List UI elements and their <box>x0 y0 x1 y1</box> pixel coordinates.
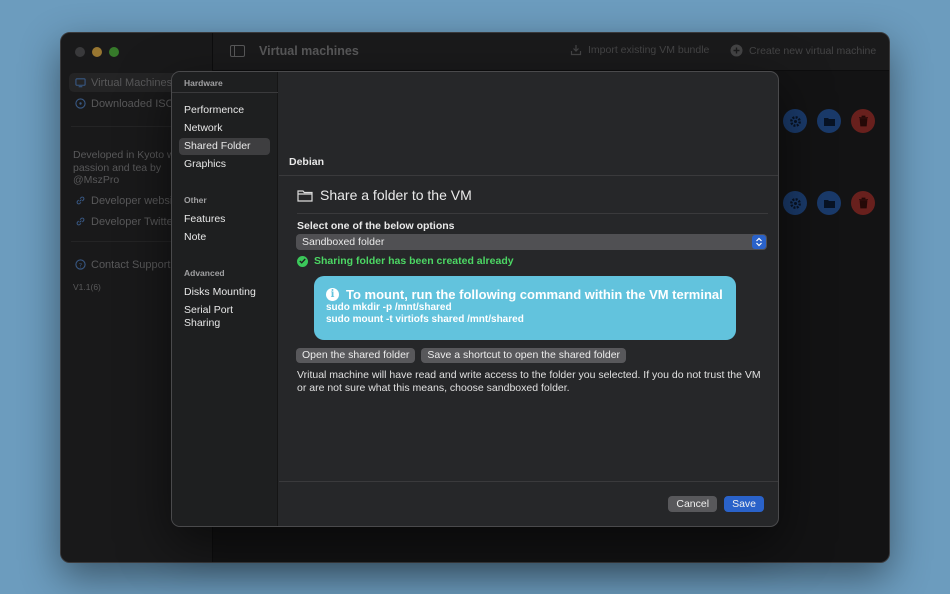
nav-item-disks-mounting[interactable]: Disks Mounting <box>179 284 270 301</box>
settings-sidebar: Hardware Performence Network Shared Fold… <box>172 72 278 526</box>
nav-item-shared-folder[interactable]: Shared Folder <box>179 138 270 155</box>
heading-text: Share a folder to the VM <box>320 187 472 203</box>
shared-folder-actions: Open the shared folder Save a shortcut t… <box>296 348 627 363</box>
section-title-advanced: Advanced <box>184 268 225 278</box>
mount-command-1: sudo mkdir -p /mnt/shared <box>326 302 452 313</box>
settings-sheet: Hardware Performence Network Shared Fold… <box>171 71 779 527</box>
status-text: Sharing folder has been created already <box>314 255 514 267</box>
vm-name: Debian <box>289 156 325 168</box>
divider <box>297 213 768 214</box>
select-label: Select one of the below options <box>297 220 455 232</box>
divider <box>279 175 778 176</box>
nav-item-serial-port-sharing[interactable]: Serial Port Sharing <box>179 302 270 331</box>
sheet-footer: Cancel Save <box>668 496 764 512</box>
folder-icon <box>297 189 313 202</box>
checkmark-icon <box>297 255 308 267</box>
mount-instructions-box: i To mount, run the following command wi… <box>314 276 736 340</box>
section-title-other: Other <box>184 195 207 205</box>
info-icon: i <box>326 288 339 301</box>
nav-item-note[interactable]: Note <box>179 229 270 246</box>
chevron-updown-icon <box>752 235 766 249</box>
mount-command-2: sudo mount -t virtiofs shared /mnt/share… <box>326 314 524 325</box>
folder-type-select[interactable]: Sandboxed folder <box>296 234 767 250</box>
nav-item-graphics[interactable]: Graphics <box>179 156 270 173</box>
divider <box>172 92 278 93</box>
access-note: Vritual machine will have read and write… <box>297 369 761 394</box>
info-title-text: To mount, run the following command with… <box>346 287 723 302</box>
nav-item-network[interactable]: Network <box>179 120 270 137</box>
nav-item-features[interactable]: Features <box>179 211 270 228</box>
save-button[interactable]: Save <box>724 496 764 512</box>
section-heading: Share a folder to the VM <box>297 187 472 203</box>
section-title-hardware: Hardware <box>184 78 223 88</box>
status-message: Sharing folder has been created already <box>297 255 514 267</box>
save-shortcut-button[interactable]: Save a shortcut to open the shared folde… <box>421 348 627 363</box>
settings-content: Debian Share a folder to the VM Select o… <box>279 72 778 526</box>
select-value: Sandboxed folder <box>302 236 385 248</box>
open-shared-folder-button[interactable]: Open the shared folder <box>296 348 416 363</box>
nav-item-performence[interactable]: Performence <box>179 102 270 119</box>
divider <box>279 481 778 482</box>
info-title: i To mount, run the following command wi… <box>326 287 724 302</box>
cancel-button[interactable]: Cancel <box>668 496 718 512</box>
